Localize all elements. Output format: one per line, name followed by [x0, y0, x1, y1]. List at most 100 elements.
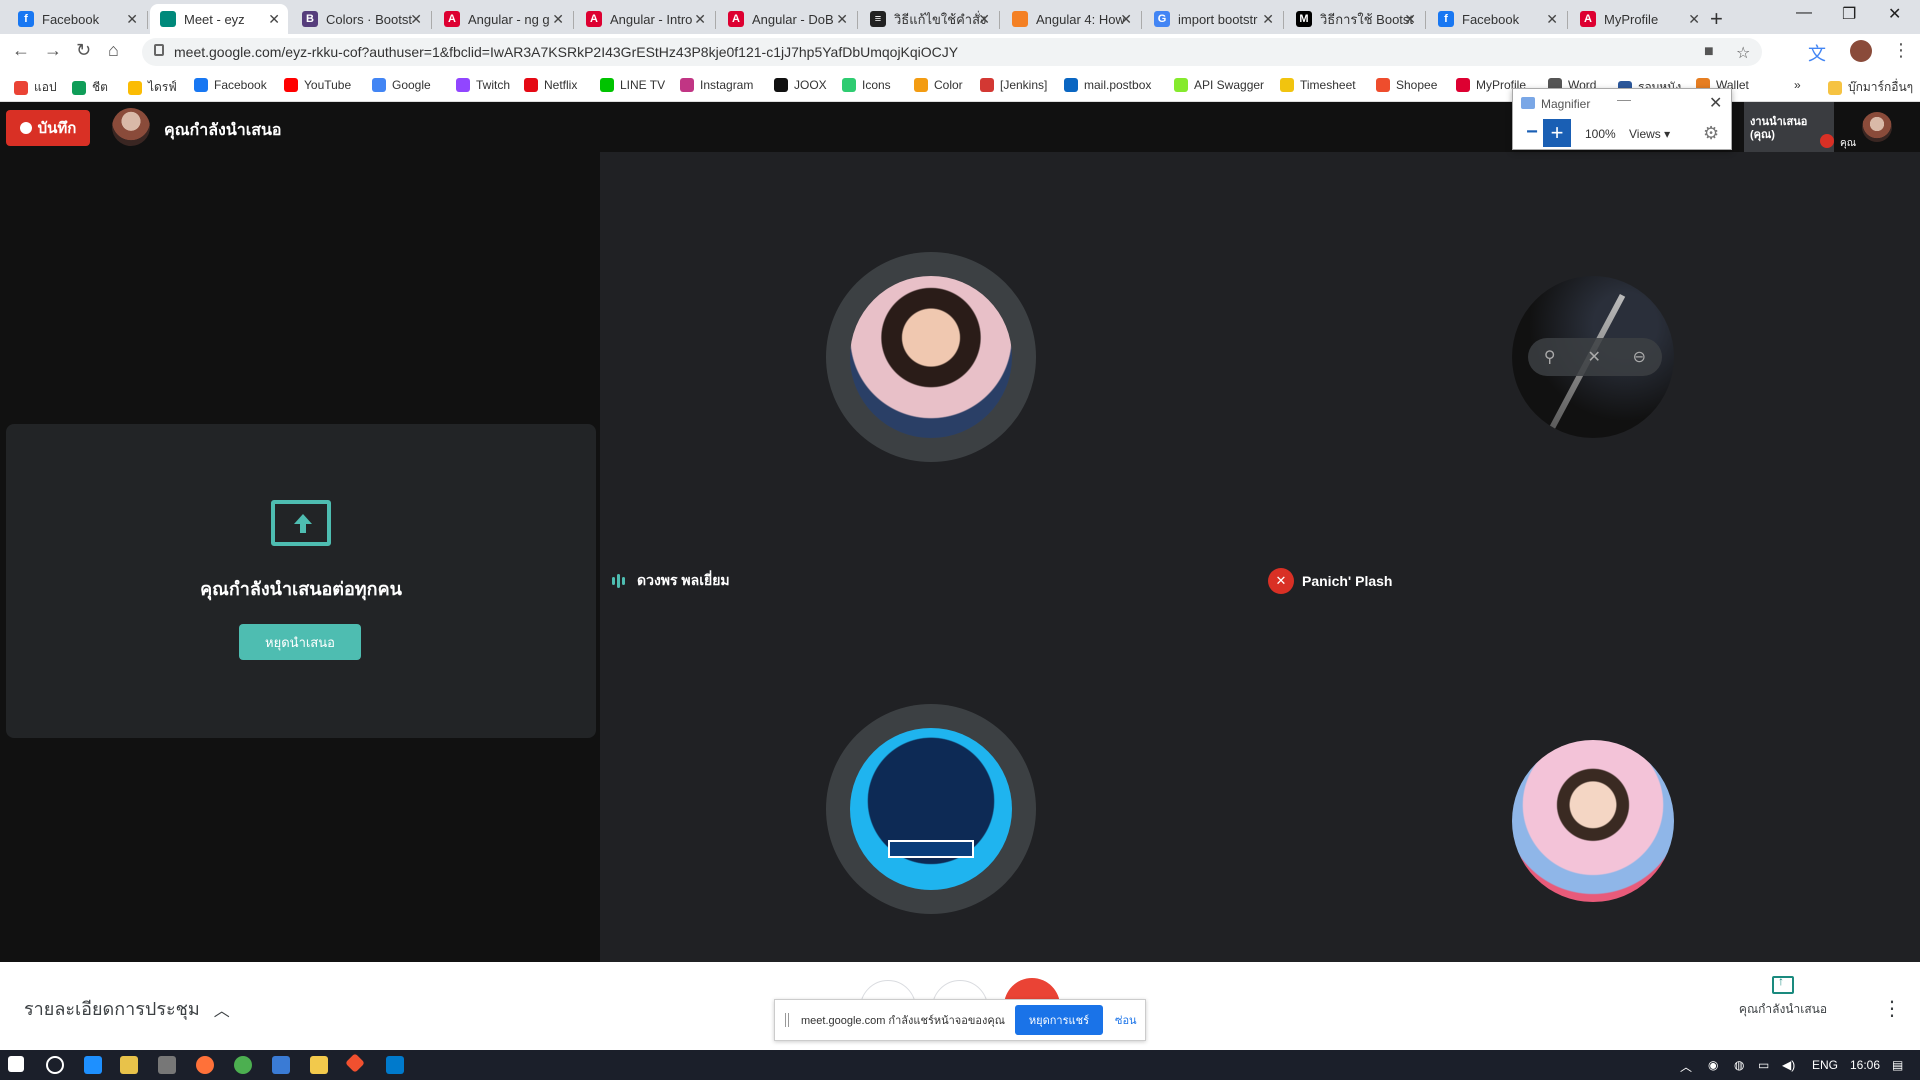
magnifier-close-icon[interactable]: ✕ — [1709, 93, 1722, 113]
bookmark-item[interactable]: mail.postbox — [1064, 78, 1151, 92]
tab-close-icon[interactable]: ✕ — [1688, 11, 1700, 28]
lock-icon[interactable] — [154, 44, 164, 56]
home-icon[interactable]: ⌂ — [108, 40, 119, 61]
forward-icon[interactable]: → — [44, 40, 62, 61]
tab-close-icon[interactable]: ✕ — [1120, 11, 1132, 28]
address-bar[interactable]: meet.google.com/eyz-rkku-cof?authuser=1&… — [142, 38, 1762, 66]
tab-close-icon[interactable]: ✕ — [268, 11, 280, 28]
file-explorer-icon[interactable] — [310, 1056, 328, 1074]
git-icon[interactable] — [345, 1053, 365, 1073]
tab-close-icon[interactable]: ✕ — [552, 11, 564, 28]
bookmark-item[interactable]: JOOX — [774, 78, 827, 92]
network-icon[interactable]: ▭ — [1758, 1058, 1769, 1072]
tab-close-icon[interactable]: ✕ — [1404, 11, 1416, 28]
stop-sharing-button[interactable]: หยุดการแชร์ — [1014, 1005, 1103, 1035]
minimize-icon[interactable]: — — [1796, 4, 1812, 22]
tab-close-icon[interactable]: ✕ — [1546, 11, 1558, 28]
meeting-details-toggle[interactable]: รายละเอียดการประชุม ︿ — [24, 994, 230, 1023]
participant-tile-4-avatar[interactable] — [1512, 740, 1674, 902]
browser-tab[interactable]: A Angular - ng g ✕ — [434, 4, 572, 34]
notifications-icon[interactable]: ▤ — [1892, 1058, 1903, 1072]
reload-icon[interactable]: ↻ — [76, 40, 91, 61]
tab-close-icon[interactable]: ✕ — [1262, 11, 1274, 28]
volume-icon[interactable]: ◀) — [1782, 1058, 1795, 1072]
bookmark-item[interactable]: แอป — [14, 78, 57, 97]
notepad-icon[interactable] — [120, 1056, 138, 1074]
back-icon[interactable]: ← — [12, 40, 30, 61]
bookmark-item[interactable]: LINE TV — [600, 78, 665, 92]
record-button[interactable]: บันทึก — [6, 110, 90, 146]
participant-tile-3-avatar[interactable] — [826, 704, 1036, 914]
discord-icon[interactable]: ◉ — [1708, 1058, 1718, 1072]
clock[interactable]: 16:06 — [1850, 1058, 1880, 1072]
bookmark-item[interactable]: Google — [372, 78, 431, 92]
hide-share-bar-link[interactable]: ซ่อน — [1115, 1011, 1137, 1029]
tray-chevron-icon[interactable]: ︿ — [1680, 1058, 1692, 1075]
url-text[interactable]: meet.google.com/eyz-rkku-cof?authuser=1&… — [174, 44, 958, 60]
new-tab-button[interactable]: + — [1710, 6, 1723, 32]
browser-tab[interactable]: f Facebook ✕ — [8, 4, 146, 34]
camera-icon[interactable]: ■ — [1704, 43, 1714, 61]
tab-close-icon[interactable]: ✕ — [836, 11, 848, 28]
bookmark-item[interactable]: Facebook — [194, 78, 267, 92]
bookmark-item[interactable]: [Jenkins] — [980, 78, 1047, 92]
bookmark-star-icon[interactable]: ☆ — [1736, 43, 1750, 63]
bookmark-item[interactable]: Shopee — [1376, 78, 1437, 92]
bookmark-item[interactable]: Timesheet — [1280, 78, 1356, 92]
bookmark-item[interactable]: YouTube — [284, 78, 351, 92]
drag-handle[interactable] — [785, 1013, 789, 1027]
firefox-icon[interactable] — [196, 1056, 214, 1074]
views-dropdown[interactable]: Views ▾ — [1629, 127, 1670, 141]
language-indicator[interactable]: ENG — [1812, 1058, 1838, 1072]
restore-icon[interactable]: ❐ — [1842, 4, 1856, 24]
profile-avatar[interactable] — [1850, 40, 1872, 62]
browser-tab[interactable]: B Colors · Bootst ✕ — [292, 4, 430, 34]
translate-icon[interactable]: 文 — [1808, 40, 1826, 66]
magnifier-minimize-icon[interactable]: — — [1617, 91, 1631, 107]
edge-icon[interactable] — [84, 1056, 102, 1074]
browser-tab[interactable]: Angular 4: How ✕ — [1002, 4, 1140, 34]
bookmark-item[interactable]: ชีต — [72, 78, 108, 97]
mute-participant-icon[interactable]: ✕ — [1587, 347, 1600, 367]
steam-tray-icon[interactable]: ◍ — [1734, 1058, 1744, 1072]
tab-close-icon[interactable]: ✕ — [694, 11, 706, 28]
participant-tile-1-avatar[interactable] — [826, 252, 1036, 462]
browser-tab[interactable]: A MyProfile ✕ — [1570, 4, 1708, 34]
settings-gear-icon[interactable]: ⚙ — [1703, 123, 1719, 144]
chrome-icon[interactable] — [234, 1056, 252, 1074]
bookmark-item[interactable]: API Swagger — [1174, 78, 1264, 92]
tab-close-icon[interactable]: ✕ — [978, 11, 990, 28]
zoom-out-button[interactable]: − — [1521, 121, 1543, 143]
browser-tab[interactable]: A Angular - DoB ✕ — [718, 4, 856, 34]
pin-icon[interactable]: ⚲ — [1544, 347, 1556, 367]
vscode-icon[interactable] — [386, 1056, 404, 1074]
present-now-button[interactable]: คุณกำลังนำเสนอ — [1738, 974, 1828, 1019]
bookmark-item[interactable]: Twitch — [456, 78, 510, 92]
search-icon[interactable] — [46, 1056, 64, 1074]
more-options-icon[interactable]: ⋮ — [1882, 996, 1902, 1021]
browser-tab[interactable]: f Facebook ✕ — [1428, 4, 1566, 34]
tab-close-icon[interactable]: ✕ — [410, 11, 422, 28]
steam-icon[interactable] — [158, 1056, 176, 1074]
browser-tab[interactable]: M วิธีการใช้ Bootst ✕ — [1286, 4, 1424, 34]
bookmarks-overflow-icon[interactable]: » — [1794, 78, 1801, 92]
stop-presenting-button[interactable]: หยุดนำเสนอ — [239, 624, 361, 660]
chrome-menu-icon[interactable]: ⋮ — [1892, 40, 1910, 61]
browser-tab[interactable]: ≡ วิธีแก้ไขใช้คำสั่ง ✕ — [860, 4, 998, 34]
tab-close-icon[interactable]: ✕ — [126, 11, 138, 28]
bookmark-item[interactable]: Color — [914, 78, 963, 92]
remove-participant-icon[interactable]: ⊖ — [1633, 347, 1646, 367]
windows-start-icon[interactable] — [8, 1056, 24, 1072]
browser-tab[interactable]: Gimport bootstr ✕ — [1144, 4, 1282, 34]
participant-tile-2-avatar[interactable]: ⚲ ✕ ⊖ — [1512, 276, 1674, 438]
remote-desktop-icon[interactable] — [272, 1056, 290, 1074]
window-close-icon[interactable]: ✕ — [1888, 4, 1901, 24]
bookmark-item[interactable]: Icons — [842, 78, 891, 92]
browser-tab[interactable]: Meet - eyz ✕ — [150, 4, 288, 34]
zoom-in-button[interactable]: + — [1543, 119, 1571, 147]
bookmark-item[interactable]: Netflix — [524, 78, 577, 92]
bookmark-item[interactable]: บุ๊กมาร์กอื่นๆ — [1828, 78, 1913, 97]
bookmark-item[interactable]: Instagram — [680, 78, 753, 92]
bookmark-item[interactable]: ไดรฟ์ — [128, 78, 177, 97]
browser-tab[interactable]: A Angular - Intro ✕ — [576, 4, 714, 34]
